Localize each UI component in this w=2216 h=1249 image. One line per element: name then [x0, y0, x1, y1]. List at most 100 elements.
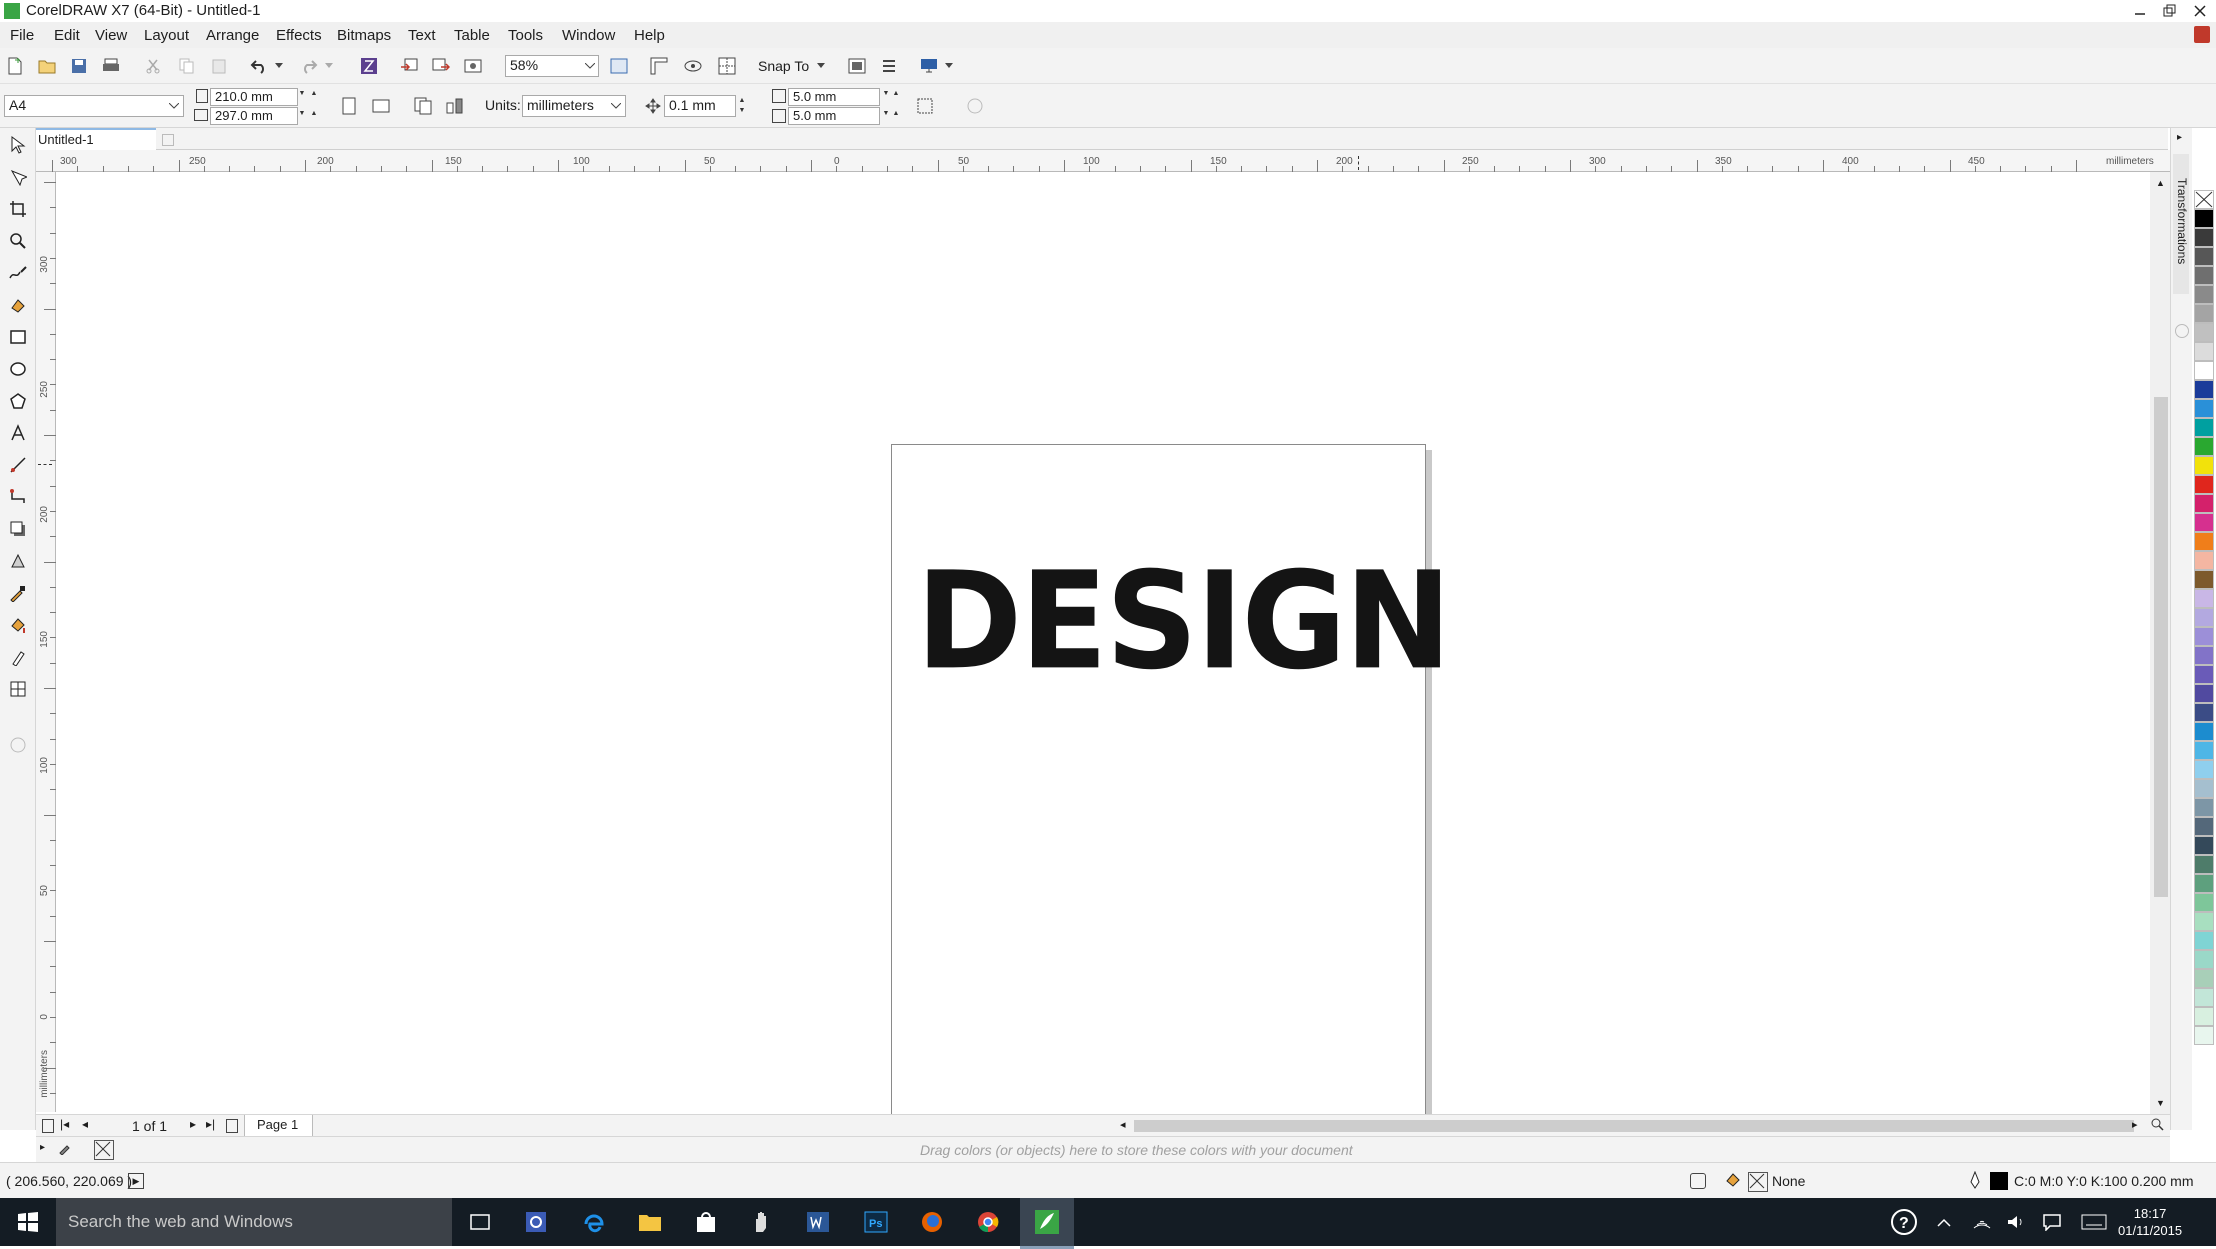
- menu-view[interactable]: View: [95, 27, 127, 44]
- scroll-down-icon[interactable]: ▼: [2156, 1098, 2165, 1108]
- color-swatch[interactable]: [2194, 893, 2214, 912]
- show-rulers-icon[interactable]: [646, 53, 672, 79]
- scroll-left-icon[interactable]: ◂: [1120, 1118, 1126, 1131]
- task-view-icon[interactable]: [464, 1206, 496, 1238]
- quick-customize-tools-icon[interactable]: [5, 732, 31, 758]
- show-hidden-icons-icon[interactable]: [1928, 1206, 1960, 1238]
- color-swatch[interactable]: [2194, 247, 2214, 266]
- eyedropper-icon[interactable]: [58, 1141, 72, 1155]
- polygon-tool-icon[interactable]: [5, 388, 31, 414]
- text-tool-icon[interactable]: [5, 420, 31, 446]
- units-select[interactable]: millimeters: [522, 95, 626, 117]
- color-swatch[interactable]: [2194, 494, 2214, 513]
- vertical-ruler[interactable]: 300 250 200 150 100 50 0 millimeters: [36, 172, 56, 1112]
- docker-options-icon[interactable]: [2175, 324, 2189, 338]
- color-swatch[interactable]: [2194, 608, 2214, 627]
- action-center-icon[interactable]: [2036, 1206, 2068, 1238]
- coreldraw-taskbar-button[interactable]: [1020, 1198, 1074, 1249]
- zoom-level-field[interactable]: 58%: [505, 55, 599, 77]
- color-swatch[interactable]: [2194, 912, 2214, 931]
- scroll-up-icon[interactable]: ▲: [2156, 178, 2165, 188]
- menu-help[interactable]: Help: [634, 27, 665, 44]
- color-swatch[interactable]: [2194, 665, 2214, 684]
- show-guidelines-icon[interactable]: [714, 53, 740, 79]
- redo-icon[interactable]: [296, 53, 322, 79]
- menu-edit[interactable]: Edit: [54, 27, 80, 44]
- menu-layout[interactable]: Layout: [144, 27, 189, 44]
- ellipse-tool-icon[interactable]: [5, 356, 31, 382]
- volume-icon[interactable]: [2000, 1206, 2032, 1238]
- zoom-navigator-icon[interactable]: [2150, 1117, 2164, 1131]
- units-dropdown-icon[interactable]: [611, 103, 621, 109]
- menu-window[interactable]: Window: [562, 27, 615, 44]
- color-swatch[interactable]: [2194, 646, 2214, 665]
- chrome-icon[interactable]: [972, 1206, 1004, 1238]
- color-swatch[interactable]: [2194, 855, 2214, 874]
- color-swatch[interactable]: [2194, 551, 2214, 570]
- duplicate-x-up-button[interactable]: ▲: [890, 89, 902, 98]
- new-document-icon[interactable]: [2, 53, 28, 79]
- copy-icon[interactable]: [174, 53, 200, 79]
- drawing-window[interactable]: DESIGN: [57, 172, 2150, 1198]
- color-swatch[interactable]: [2194, 361, 2214, 380]
- crop-tool-icon[interactable]: [5, 196, 31, 222]
- restore-button[interactable]: [2156, 0, 2184, 22]
- menu-arrange[interactable]: Arrange: [206, 27, 259, 44]
- color-swatch[interactable]: [2194, 703, 2214, 722]
- search-content-icon[interactable]: [356, 53, 382, 79]
- help-icon[interactable]: ?: [1888, 1206, 1920, 1238]
- edge-browser-icon[interactable]: [578, 1206, 610, 1238]
- page[interactable]: DESIGN: [891, 444, 1452, 1198]
- color-swatch[interactable]: [2194, 684, 2214, 703]
- taskbar-search-box[interactable]: Search the web and Windows: [56, 1198, 452, 1246]
- snap-to-dropdown-icon[interactable]: [814, 53, 828, 79]
- horizontal-ruler[interactable]: 300 250 200 150 100 50 0 50 100 150 200 …: [40, 150, 2170, 172]
- artwork-text[interactable]: DESIGN: [916, 554, 1452, 689]
- color-swatch[interactable]: [2194, 570, 2214, 589]
- menu-tools[interactable]: Tools: [508, 27, 543, 44]
- color-swatch[interactable]: [2194, 228, 2214, 247]
- portrait-icon[interactable]: [336, 93, 362, 119]
- docker-collapse-icon[interactable]: ▸: [2177, 132, 2182, 143]
- zoom-dropdown-icon[interactable]: [585, 63, 595, 69]
- zoom-tool-icon[interactable]: [5, 228, 31, 254]
- tray-expand-icon[interactable]: ▸: [40, 1142, 45, 1153]
- color-proofing-icon[interactable]: [1690, 1173, 1706, 1189]
- duplicate-y-up-button[interactable]: ▲: [890, 109, 902, 118]
- pick-tool-icon[interactable]: [5, 132, 31, 158]
- menu-bitmaps[interactable]: Bitmaps: [337, 27, 391, 44]
- color-swatch[interactable]: [2194, 209, 2214, 228]
- nudge-down-button[interactable]: ▼: [736, 106, 748, 115]
- cut-icon[interactable]: [140, 53, 166, 79]
- application-launcher-icon[interactable]: [876, 53, 902, 79]
- open-icon[interactable]: [34, 53, 60, 79]
- page-height-field[interactable]: 297.0 mm: [210, 107, 298, 125]
- color-swatch[interactable]: [2194, 323, 2214, 342]
- full-screen-preview-icon[interactable]: [606, 53, 632, 79]
- hand-app-icon[interactable]: [746, 1206, 778, 1238]
- page-width-down-button[interactable]: ▼: [296, 89, 308, 98]
- color-swatch[interactable]: [2194, 456, 2214, 475]
- network-icon[interactable]: [1966, 1206, 1998, 1238]
- undo-dropdown-icon[interactable]: [272, 53, 286, 79]
- word-icon[interactable]: [802, 1206, 834, 1238]
- color-swatch[interactable]: [2194, 627, 2214, 646]
- cortana-app-icon[interactable]: [520, 1206, 552, 1238]
- duplicate-y-field[interactable]: 5.0 mm: [788, 107, 880, 125]
- status-expand-icon[interactable]: ▶: [128, 1173, 144, 1189]
- first-page-icon[interactable]: |◂: [60, 1117, 69, 1131]
- menu-table[interactable]: Table: [454, 27, 490, 44]
- store-icon[interactable]: [690, 1206, 722, 1238]
- color-swatch[interactable]: [2194, 779, 2214, 798]
- color-swatch[interactable]: [2194, 931, 2214, 950]
- file-explorer-icon[interactable]: [634, 1206, 666, 1238]
- color-swatch[interactable]: [2194, 1026, 2214, 1045]
- last-page-icon[interactable]: ▸|: [206, 1117, 215, 1131]
- page-size-dropdown-icon[interactable]: [169, 103, 179, 109]
- mesh-fill-tool-icon[interactable]: [5, 676, 31, 702]
- color-swatch[interactable]: [2194, 513, 2214, 532]
- current-page-icon[interactable]: [442, 93, 468, 119]
- outline-color-swatch[interactable]: [1990, 1172, 2008, 1190]
- color-swatch[interactable]: [2194, 475, 2214, 494]
- taskbar-clock[interactable]: 18:17 01/11/2015: [2118, 1205, 2182, 1239]
